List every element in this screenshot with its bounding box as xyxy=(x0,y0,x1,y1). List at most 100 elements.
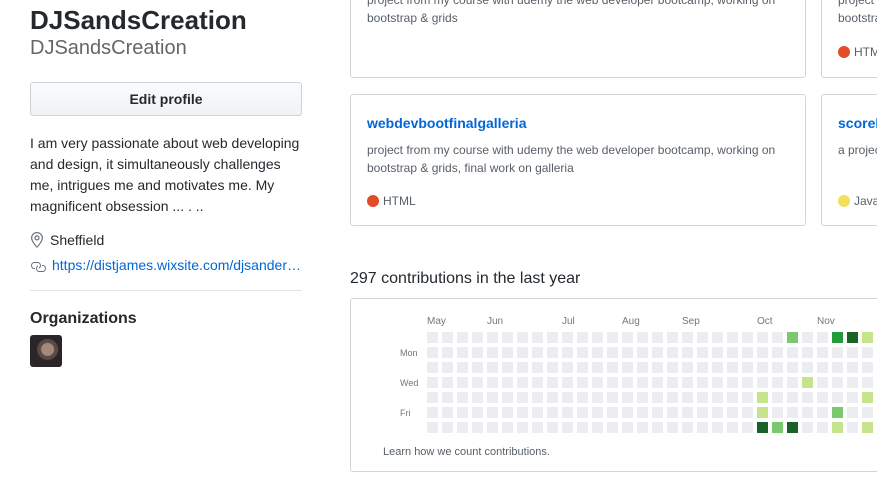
website-link[interactable]: https://distjames.wixsite.com/djsandersd… xyxy=(52,257,302,273)
contribution-day[interactable] xyxy=(532,362,543,373)
contribution-day[interactable] xyxy=(832,407,843,418)
contribution-day[interactable] xyxy=(742,377,753,388)
contribution-day[interactable] xyxy=(622,392,633,403)
contribution-day[interactable] xyxy=(712,392,723,403)
contribution-day[interactable] xyxy=(562,332,573,343)
contribution-day[interactable] xyxy=(517,377,528,388)
contribution-day[interactable] xyxy=(562,392,573,403)
contribution-day[interactable] xyxy=(652,377,663,388)
contribution-day[interactable] xyxy=(637,347,648,358)
contribution-day[interactable] xyxy=(727,392,738,403)
contribution-day[interactable] xyxy=(562,347,573,358)
contribution-day[interactable] xyxy=(547,407,558,418)
contribution-day[interactable] xyxy=(697,422,708,433)
contribution-day[interactable] xyxy=(757,347,768,358)
contribution-day[interactable] xyxy=(742,392,753,403)
contribution-day[interactable] xyxy=(592,392,603,403)
contribution-day[interactable] xyxy=(727,377,738,388)
contribution-day[interactable] xyxy=(442,392,453,403)
contribution-day[interactable] xyxy=(832,362,843,373)
contribution-day[interactable] xyxy=(817,422,828,433)
contribution-day[interactable] xyxy=(832,347,843,358)
contribution-day[interactable] xyxy=(457,407,468,418)
contribution-day[interactable] xyxy=(652,347,663,358)
contribution-day[interactable] xyxy=(652,407,663,418)
contribution-day[interactable] xyxy=(742,422,753,433)
contribution-day[interactable] xyxy=(862,332,873,343)
contribution-day[interactable] xyxy=(787,347,798,358)
contribution-day[interactable] xyxy=(712,362,723,373)
organization-avatar[interactable] xyxy=(30,335,62,367)
contribution-day[interactable] xyxy=(772,347,783,358)
contribution-day[interactable] xyxy=(547,332,558,343)
contribution-day[interactable] xyxy=(757,407,768,418)
contribution-day[interactable] xyxy=(547,347,558,358)
contribution-day[interactable] xyxy=(442,332,453,343)
contribution-day[interactable] xyxy=(517,332,528,343)
contribution-day[interactable] xyxy=(817,377,828,388)
contribution-day[interactable] xyxy=(727,422,738,433)
contribution-day[interactable] xyxy=(667,332,678,343)
contribution-day[interactable] xyxy=(667,407,678,418)
contribution-day[interactable] xyxy=(577,422,588,433)
contribution-day[interactable] xyxy=(697,377,708,388)
contribution-day[interactable] xyxy=(487,392,498,403)
contribution-day[interactable] xyxy=(562,362,573,373)
edit-profile-button[interactable]: Edit profile xyxy=(30,82,302,116)
contribution-day[interactable] xyxy=(697,407,708,418)
contribution-day[interactable] xyxy=(787,377,798,388)
contribution-day[interactable] xyxy=(547,392,558,403)
contribution-day[interactable] xyxy=(457,377,468,388)
contribution-day[interactable] xyxy=(472,392,483,403)
contribution-day[interactable] xyxy=(802,362,813,373)
contribution-day[interactable] xyxy=(817,362,828,373)
contribution-day[interactable] xyxy=(502,392,513,403)
contribution-day[interactable] xyxy=(682,347,693,358)
contribution-day[interactable] xyxy=(772,392,783,403)
learn-contributions-link[interactable]: Learn how we count contributions. xyxy=(383,446,550,458)
repo-name-link[interactable]: webdevbootfinalgalleria xyxy=(367,115,526,131)
contribution-day[interactable] xyxy=(667,392,678,403)
contribution-day[interactable] xyxy=(592,407,603,418)
contribution-day[interactable] xyxy=(697,347,708,358)
contribution-day[interactable] xyxy=(712,332,723,343)
contribution-day[interactable] xyxy=(427,377,438,388)
contribution-day[interactable] xyxy=(742,362,753,373)
contribution-day[interactable] xyxy=(517,392,528,403)
contribution-day[interactable] xyxy=(577,332,588,343)
contribution-day[interactable] xyxy=(607,422,618,433)
contribution-day[interactable] xyxy=(472,407,483,418)
contribution-day[interactable] xyxy=(772,377,783,388)
contribution-day[interactable] xyxy=(817,347,828,358)
contribution-day[interactable] xyxy=(787,362,798,373)
contribution-day[interactable] xyxy=(442,422,453,433)
contribution-day[interactable] xyxy=(832,392,843,403)
contribution-day[interactable] xyxy=(622,332,633,343)
contribution-day[interactable] xyxy=(727,347,738,358)
contribution-day[interactable] xyxy=(607,392,618,403)
contribution-day[interactable] xyxy=(862,392,873,403)
contribution-day[interactable] xyxy=(502,407,513,418)
contribution-day[interactable] xyxy=(787,332,798,343)
contribution-day[interactable] xyxy=(517,422,528,433)
contribution-day[interactable] xyxy=(712,347,723,358)
contribution-day[interactable] xyxy=(457,332,468,343)
contribution-day[interactable] xyxy=(457,347,468,358)
contribution-day[interactable] xyxy=(757,377,768,388)
contribution-day[interactable] xyxy=(697,392,708,403)
contribution-day[interactable] xyxy=(457,392,468,403)
contribution-day[interactable] xyxy=(772,422,783,433)
contribution-day[interactable] xyxy=(667,422,678,433)
contribution-day[interactable] xyxy=(667,347,678,358)
contribution-day[interactable] xyxy=(682,407,693,418)
contribution-day[interactable] xyxy=(592,347,603,358)
contribution-day[interactable] xyxy=(442,347,453,358)
contribution-day[interactable] xyxy=(667,377,678,388)
contribution-day[interactable] xyxy=(682,392,693,403)
contribution-day[interactable] xyxy=(637,407,648,418)
contribution-day[interactable] xyxy=(847,362,858,373)
contribution-day[interactable] xyxy=(427,422,438,433)
contribution-day[interactable] xyxy=(847,392,858,403)
contribution-day[interactable] xyxy=(832,377,843,388)
contribution-day[interactable] xyxy=(607,407,618,418)
